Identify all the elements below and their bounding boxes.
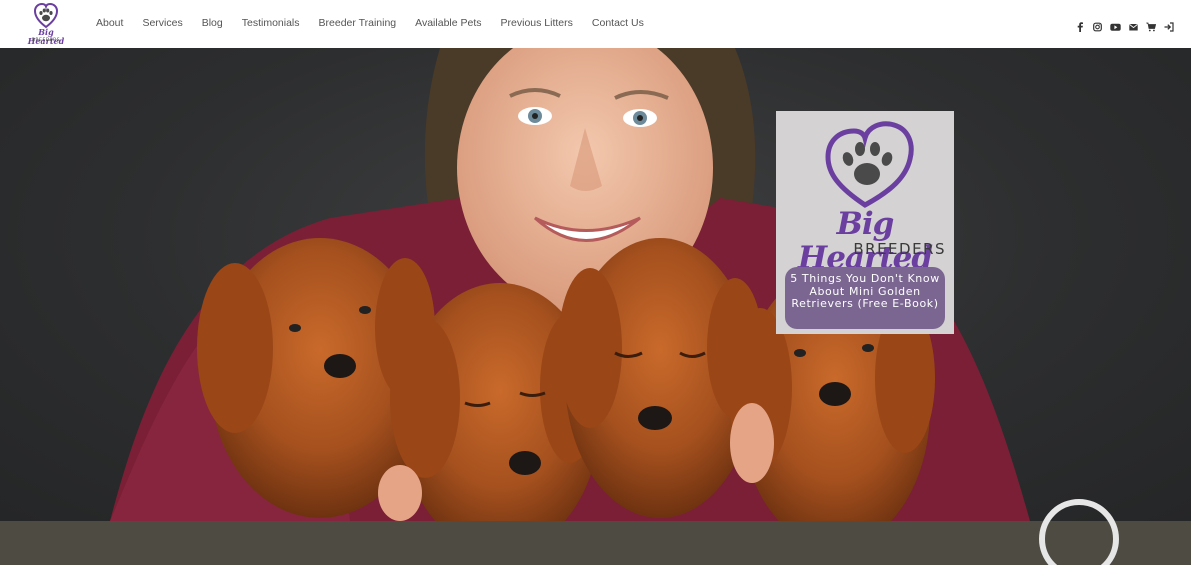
nav-blog[interactable]: Blog [202, 17, 223, 29]
social-links [1068, 17, 1174, 32]
hero-banner: Big Hearted BREEDERS 5 Things You Don't … [0, 48, 1191, 521]
ebook-promo-card: Big Hearted BREEDERS 5 Things You Don't … [776, 111, 954, 334]
promo-subtitle: BREEDERS [853, 240, 946, 258]
logo-script-text: Big Hearted [27, 27, 65, 46]
email-icon[interactable] [1129, 17, 1138, 31]
nav-previous-litters[interactable]: Previous Litters [501, 17, 573, 29]
hero-photo [110, 48, 1030, 521]
facebook-icon[interactable] [1076, 17, 1085, 32]
nav-available-pets[interactable]: Available Pets [415, 17, 481, 29]
nav-testimonials[interactable]: Testimonials [242, 17, 300, 29]
site-logo[interactable]: Big Hearted BREEDERS [22, 3, 70, 46]
nav-breeder-training[interactable]: Breeder Training [319, 17, 397, 29]
site-header: Big Hearted BREEDERS About Services Blog… [0, 0, 1191, 48]
main-nav: About Services Blog Testimonials Breeder… [96, 17, 663, 29]
cart-icon[interactable] [1146, 17, 1157, 32]
paw-heart-icon [34, 3, 58, 29]
nav-services[interactable]: Services [142, 17, 182, 29]
nav-about[interactable]: About [96, 17, 123, 29]
instagram-icon[interactable] [1093, 17, 1102, 32]
content-band [0, 521, 1191, 565]
login-icon[interactable] [1164, 17, 1174, 32]
youtube-icon[interactable] [1110, 17, 1121, 31]
nav-contact-us[interactable]: Contact Us [592, 17, 644, 29]
paw-heart-icon [825, 121, 914, 208]
logo-subtitle: BREEDERS [31, 38, 61, 43]
free-ebook-button[interactable]: 5 Things You Don't Know About Mini Golde… [785, 267, 945, 329]
